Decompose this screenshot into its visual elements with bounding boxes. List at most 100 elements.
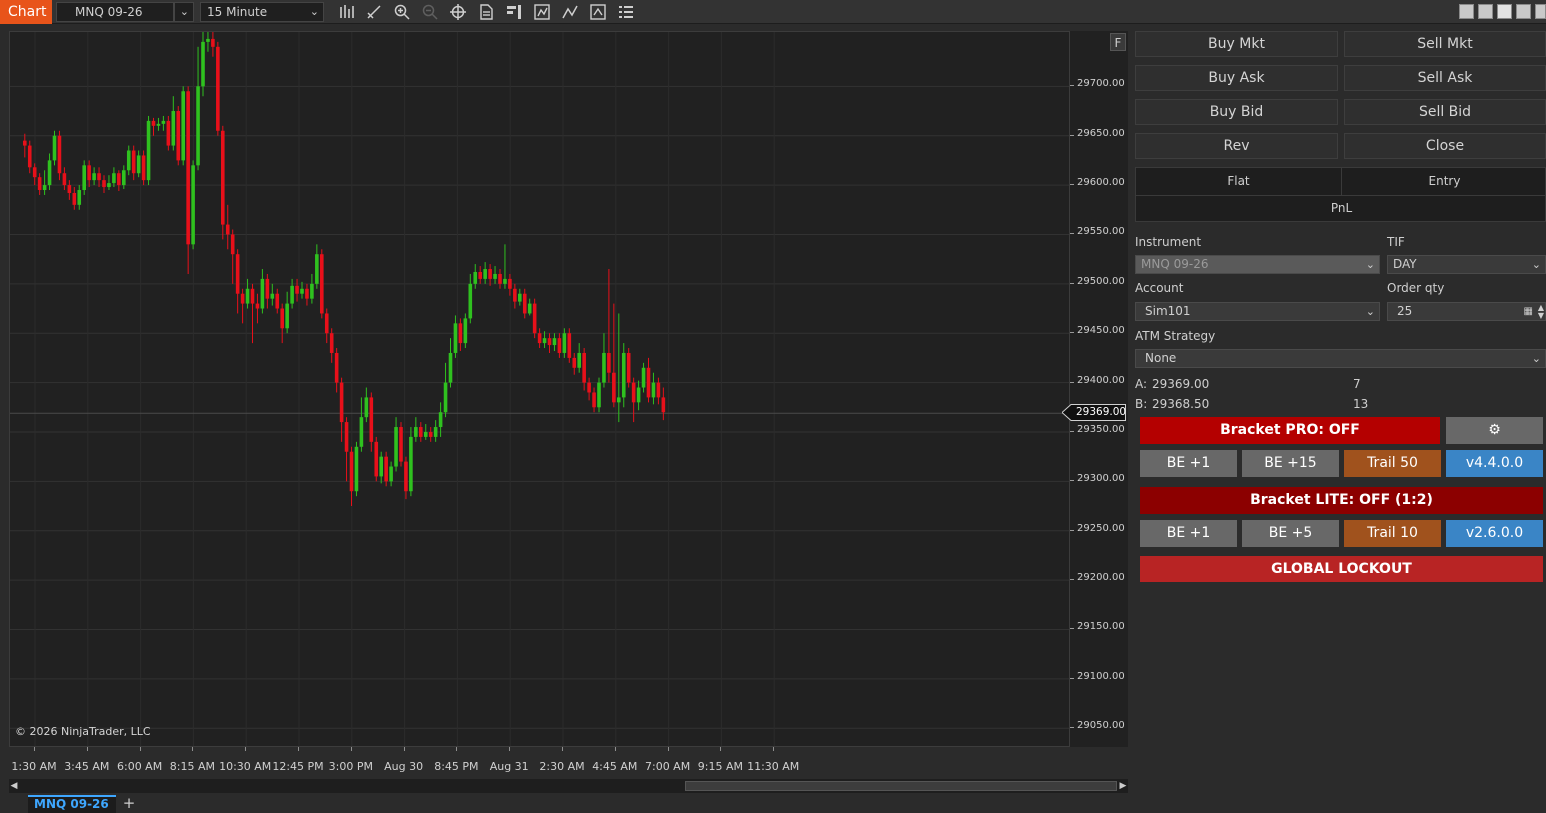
atm-strategy-select[interactable]: None ⌄ — [1135, 349, 1546, 368]
lite-be1-button[interactable]: BE +1 — [1140, 520, 1237, 547]
zoom-out-icon[interactable] — [421, 3, 439, 21]
lite-trail-button[interactable]: Trail 10 — [1344, 520, 1441, 547]
bracket-pro-toggle[interactable]: Bracket PRO: OFF — [1140, 417, 1440, 444]
candle-body — [483, 269, 487, 279]
properties-icon[interactable] — [617, 3, 635, 21]
bar-type-icon[interactable] — [337, 3, 355, 21]
candle — [275, 288, 280, 314]
candle-body — [255, 303, 260, 309]
bracket-lite-toggle[interactable]: Bracket LITE: OFF (1:2) — [1140, 487, 1543, 514]
candle — [453, 315, 458, 358]
price-axis[interactable]: 29700.00 29650.00 29600.00 29550.00 29500.00… — [1070, 31, 1128, 747]
candle-body — [428, 431, 433, 437]
candle — [433, 420, 438, 442]
chart-plot-area[interactable]: © 2026 NinjaTrader, LLC — [9, 31, 1070, 747]
candle — [503, 244, 507, 289]
drawing-tools-icon[interactable] — [365, 3, 383, 21]
candle-body — [438, 412, 443, 428]
buy-market-button[interactable]: Buy Mkt — [1135, 31, 1338, 57]
pro-trail-button[interactable]: Trail 50 — [1344, 450, 1441, 477]
instrument-dropdown-button[interactable]: ⌄ — [174, 2, 194, 22]
calculator-icon[interactable]: ▦ — [1524, 303, 1533, 320]
candle-body — [27, 145, 32, 168]
scroll-right-arrow-icon[interactable]: ▶ — [1118, 780, 1128, 792]
candle — [141, 150, 146, 186]
lite-be5-button[interactable]: BE +5 — [1242, 520, 1339, 547]
close-position-button[interactable]: Close — [1344, 133, 1546, 159]
data-series-icon[interactable] — [477, 3, 495, 21]
order-qty-value: 25 — [1397, 304, 1413, 318]
candle-body — [522, 293, 527, 314]
candle — [334, 348, 339, 393]
templates-icon[interactable] — [589, 3, 607, 21]
pro-be15-button[interactable]: BE +15 — [1242, 450, 1339, 477]
interval-selector[interactable]: 15 Minute ⌄ — [200, 2, 324, 22]
candle — [52, 130, 57, 166]
buy-bid-button[interactable]: Buy Bid — [1135, 99, 1338, 125]
candle-body — [537, 333, 542, 344]
buy-ask-button[interactable]: Buy Ask — [1135, 65, 1338, 91]
candle — [656, 377, 661, 405]
zoom-in-icon[interactable] — [393, 3, 411, 21]
candle — [23, 133, 27, 158]
stepper-icon[interactable]: ▲ ▼ — [1538, 304, 1544, 320]
ask-price: 29369.00 — [1152, 377, 1210, 391]
candle — [577, 343, 581, 373]
sell-market-button[interactable]: Sell Mkt — [1344, 31, 1546, 57]
candle-body — [201, 41, 205, 87]
global-lockout-button[interactable]: GLOBAL LOCKOUT — [1140, 556, 1543, 582]
pro-be1-button[interactable]: BE +1 — [1140, 450, 1237, 477]
pro-version-badge[interactable]: v4.4.0.0 — [1446, 450, 1543, 477]
order-qty-input[interactable]: 25 ▦ ▲ ▼ — [1387, 302, 1546, 321]
close-icon[interactable] — [1535, 4, 1546, 19]
candle — [97, 167, 101, 188]
chart-trader-icon[interactable] — [505, 3, 523, 21]
tab-mnq[interactable]: MNQ 09-26 — [28, 795, 116, 813]
candle — [176, 106, 181, 166]
candle-body — [602, 352, 606, 383]
candle-body — [532, 303, 537, 334]
candle-body — [260, 278, 265, 309]
instrument-selector[interactable]: MNQ 09-26 — [56, 2, 174, 22]
window-menu-icon[interactable] — [1459, 4, 1474, 19]
scroll-left-arrow-icon[interactable]: ◀ — [9, 780, 19, 792]
bid-label: B: — [1135, 397, 1148, 411]
candle — [379, 451, 383, 484]
sell-ask-button[interactable]: Sell Ask — [1344, 65, 1546, 91]
candle-body — [458, 323, 463, 344]
maximize-icon[interactable] — [1516, 4, 1531, 19]
candle-body — [196, 86, 200, 166]
chart-scrollbar[interactable]: ◀ ▶ — [9, 779, 1128, 793]
add-tab-button[interactable]: + — [120, 795, 138, 813]
restore-icon[interactable] — [1497, 4, 1512, 19]
candle-body — [32, 167, 37, 178]
candle-body — [117, 173, 121, 186]
account-select[interactable]: Sim101 ⌄ — [1135, 302, 1380, 321]
tif-select[interactable]: DAY ⌄ — [1387, 255, 1546, 274]
fit-button[interactable]: F — [1110, 33, 1126, 51]
candle — [631, 377, 636, 423]
crosshair-icon[interactable] — [449, 3, 467, 21]
tif-label: TIF — [1387, 235, 1405, 249]
candle-body — [607, 352, 611, 373]
time-axis[interactable]: 1:30 AM 3:45 AM 6:00 AM 8:15 AM 10:30 AM 12:4… — [9, 747, 1128, 777]
bracket-settings-button[interactable]: ⚙ — [1446, 417, 1543, 444]
candle — [458, 318, 463, 351]
candle-body — [513, 288, 517, 302]
reverse-button[interactable]: Rev — [1135, 133, 1338, 159]
time-tick-label: 8:15 AM — [169, 760, 215, 773]
indicators-icon[interactable] — [561, 3, 579, 21]
sell-bid-button[interactable]: Sell Bid — [1344, 99, 1546, 125]
minimize-icon[interactable] — [1478, 4, 1493, 19]
strategies-icon[interactable] — [533, 3, 551, 21]
time-tick-label: 10:30 AM — [219, 760, 272, 773]
candle — [107, 175, 111, 191]
scrollbar-thumb[interactable] — [685, 781, 1117, 791]
candle-body — [235, 254, 240, 294]
candle-body — [349, 451, 354, 492]
lite-version-badge[interactable]: v2.6.0.0 — [1446, 520, 1543, 547]
candle — [478, 266, 482, 284]
candle — [522, 288, 527, 319]
candle — [171, 96, 176, 151]
candle-body — [443, 382, 448, 413]
